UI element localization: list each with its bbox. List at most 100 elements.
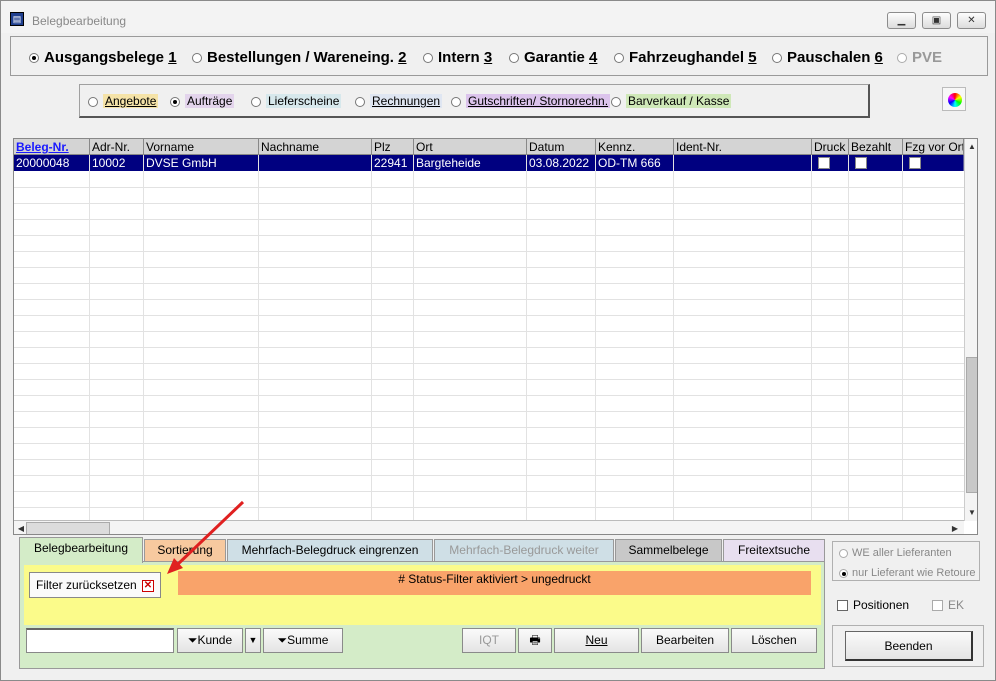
grid-row-line [14, 427, 964, 428]
radio-gutschriften[interactable]: Gutschriften/ Stornorechn. [451, 94, 611, 108]
cell-fzg-vor-ort [903, 155, 964, 171]
cell-ort: Bargteheide [414, 155, 527, 171]
scroll-down-icon[interactable]: ▼ [965, 505, 977, 521]
search-input[interactable] [26, 628, 174, 653]
grid-row-line [14, 283, 964, 284]
color-settings-button[interactable] [942, 87, 966, 111]
column-header-bezahlt[interactable]: Bezahlt [849, 139, 903, 155]
column-header-beleg-nr[interactable]: Beleg-Nr. [14, 139, 90, 155]
tab-freitextsuche[interactable]: Freitextsuche [723, 539, 825, 562]
radio-icon [509, 53, 519, 64]
column-header-ident-nr[interactable]: Ident-Nr. [674, 139, 812, 155]
grid-column-line [413, 155, 414, 521]
filter-area: Filter zurücksetzen ✕ # Status-Filter ak… [24, 565, 821, 625]
scroll-right-icon[interactable]: ▶ [948, 521, 962, 534]
kunde-label: Kunde [197, 633, 233, 647]
table-row[interactable]: 20000048 10002 DVSE GmbH 22941 Bargtehei… [14, 155, 964, 171]
iqt-button[interactable]: IQT [462, 628, 516, 653]
column-header-vorname[interactable]: Vorname [144, 139, 259, 155]
cell-adr-nr: 10002 [90, 155, 144, 171]
kunde-button[interactable]: ⏷Kunde [177, 628, 243, 653]
radio-label: Barverkauf / Kasse [626, 94, 732, 108]
vertical-scroll-thumb[interactable] [966, 357, 977, 493]
bezahlt-checkbox[interactable] [855, 157, 867, 169]
radio-bestellungen[interactable]: Bestellungen / Wareneing. 2 [192, 49, 407, 66]
grid-row-line [14, 379, 964, 380]
radio-intern[interactable]: Intern 3 [423, 49, 492, 66]
column-header-nachname[interactable]: Nachname [259, 139, 372, 155]
printer-icon: 🖶 [529, 633, 541, 647]
radio-lieferscheine[interactable]: Lieferscheine [251, 94, 342, 108]
app-icon: ▤ [10, 12, 24, 26]
column-header-fzg-vor-ort[interactable]: Fzg vor Ort [903, 139, 964, 155]
scroll-up-icon[interactable]: ▲ [965, 139, 977, 155]
clear-filter-icon: ✕ [142, 580, 154, 592]
column-header-kennz[interactable]: Kennz. [596, 139, 674, 155]
cell-vorname: DVSE GmbH [144, 155, 259, 171]
print-button[interactable]: 🖶 [518, 628, 552, 653]
loeschen-button[interactable]: Löschen [731, 628, 817, 653]
filter-reset-button[interactable]: Filter zurücksetzen ✕ [29, 572, 161, 598]
radio-label: Angebote [103, 94, 159, 108]
radio-icon [423, 53, 433, 64]
checkbox-label: Positionen [853, 598, 910, 612]
radio-garantie[interactable]: Garantie 4 [509, 49, 597, 66]
tab-sammelbelege[interactable]: Sammelbelege [615, 539, 722, 562]
status-filter-banner: # Status-Filter aktiviert > ungedruckt [178, 571, 811, 595]
radio-label: Pauschalen [787, 49, 871, 66]
tab-mehrfach-belegdruck-weiter[interactable]: Mehrfach-Belegdruck weiter [434, 539, 614, 562]
minimize-icon[interactable]: ▁ [887, 12, 916, 29]
radio-pve[interactable]: PVE [897, 49, 942, 66]
radio-nur-lieferant[interactable]: nur Lieferant wie Retoure [839, 567, 976, 579]
close-icon[interactable]: ✕ [957, 12, 986, 29]
color-wheel-icon [948, 93, 962, 107]
kunde-dropdown-button[interactable]: ▼ [245, 628, 261, 653]
radio-label: Garantie [524, 49, 585, 66]
shortcut-key: 5 [748, 49, 757, 66]
fzg-vor-ort-checkbox[interactable] [909, 157, 921, 169]
grid-column-line [89, 155, 90, 521]
vertical-scrollbar[interactable]: ▲ ▼ [964, 139, 977, 521]
radio-angebote[interactable]: Angebote [88, 94, 159, 108]
grid-column-line [811, 155, 812, 521]
grid-row-line [14, 491, 964, 492]
horizontal-scrollbar[interactable]: ◀ ▶ [14, 520, 964, 534]
radio-icon [355, 96, 365, 107]
radio-rechnungen[interactable]: Rechnungen [355, 94, 443, 108]
column-header-ort[interactable]: Ort [414, 139, 527, 155]
shortcut-key: 2 [398, 49, 407, 66]
horizontal-scroll-thumb[interactable] [26, 522, 110, 534]
restore-icon[interactable]: ▣ [922, 12, 951, 29]
grid-row-line [14, 235, 964, 236]
grid-row-line [14, 251, 964, 252]
grid-row-line [14, 363, 964, 364]
radio-we-aller-lieferanten[interactable]: WE aller Lieferanten [839, 547, 952, 559]
table-header: Beleg-Nr. Adr-Nr. Vorname Nachname Plz O… [14, 139, 964, 155]
ek-checkbox[interactable]: EK [932, 598, 964, 612]
radio-icon [251, 96, 261, 107]
beenden-button[interactable]: Beenden [845, 631, 973, 661]
radio-icon [88, 96, 98, 107]
positionen-checkbox[interactable]: Positionen [837, 598, 909, 612]
column-header-plz[interactable]: Plz [372, 139, 414, 155]
druck-checkbox[interactable] [818, 157, 830, 169]
radio-auftraege[interactable]: Aufträge [170, 94, 235, 108]
radio-pauschalen[interactable]: Pauschalen 6 [772, 49, 883, 66]
radio-label: Gutschriften/ Stornorechn. [466, 94, 611, 108]
filter-funnel-icon: ⏷ [187, 633, 198, 647]
summe-button[interactable]: ⏷Summe [263, 628, 343, 653]
tab-mehrfach-belegdruck-eingrenzen[interactable]: Mehrfach-Belegdruck eingrenzen [227, 539, 433, 562]
radio-ausgangsbelege[interactable]: Ausgangsbelege 1 [29, 49, 177, 66]
neu-button[interactable]: Neu [554, 628, 639, 653]
column-header-datum[interactable]: Datum [527, 139, 596, 155]
radio-label: Bestellungen / Wareneing. [207, 49, 394, 66]
tab-belegbearbeitung[interactable]: Belegbearbeitung [19, 537, 143, 563]
radio-barverkauf[interactable]: Barverkauf / Kasse [611, 94, 732, 108]
grid-row-line [14, 331, 964, 332]
radio-fahrzeughandel[interactable]: Fahrzeughandel 5 [614, 49, 757, 66]
column-header-adr-nr[interactable]: Adr-Nr. [90, 139, 144, 155]
column-header-druck[interactable]: Druck [812, 139, 849, 155]
filter-reset-label: Filter zurücksetzen [36, 578, 137, 592]
bearbeiten-button[interactable]: Bearbeiten [641, 628, 729, 653]
cell-bezahlt [849, 155, 903, 171]
